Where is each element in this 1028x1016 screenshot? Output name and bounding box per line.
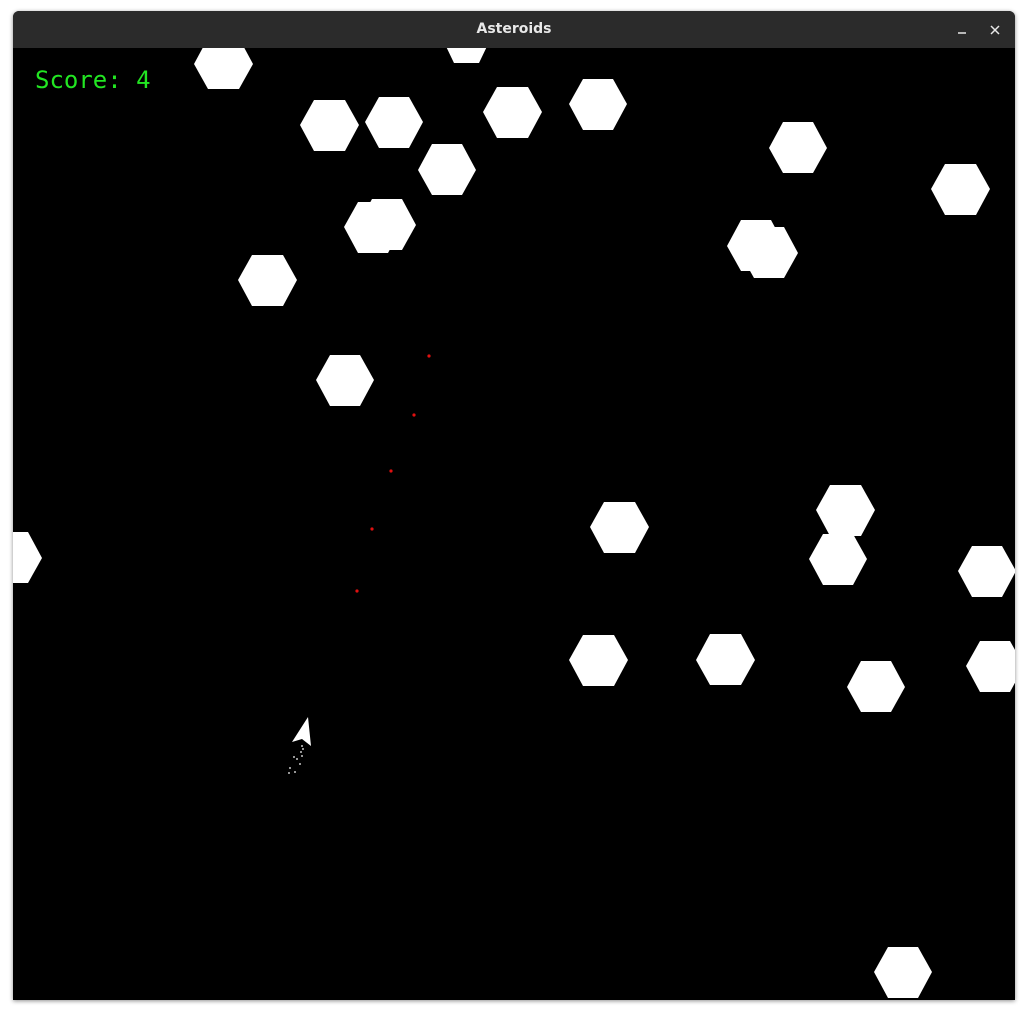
asteroid xyxy=(418,144,476,195)
title-bar[interactable]: Asteroids xyxy=(13,11,1015,48)
asteroid xyxy=(13,532,42,583)
asteroid xyxy=(238,255,297,306)
player-ship xyxy=(288,717,311,774)
ship-body xyxy=(292,717,311,746)
asteroid xyxy=(958,546,1015,597)
bullet xyxy=(389,469,393,473)
window-title: Asteroids xyxy=(476,21,552,37)
asteroid xyxy=(966,641,1015,692)
asteroid xyxy=(590,502,649,553)
asteroid xyxy=(300,100,359,151)
asteroid xyxy=(809,534,867,585)
close-icon xyxy=(990,25,1000,35)
playfield xyxy=(13,48,1015,998)
asteroid xyxy=(874,947,932,998)
minimize-icon xyxy=(958,32,966,34)
asteroid xyxy=(194,48,253,89)
asteroid xyxy=(569,635,628,686)
asteroid xyxy=(931,164,990,215)
game-window: Asteroids Score: 4 xyxy=(13,11,1015,1000)
asteroid xyxy=(483,87,542,138)
thruster-exhaust xyxy=(288,745,304,774)
minimize-button[interactable] xyxy=(951,19,973,41)
bullet xyxy=(370,527,374,531)
bullet xyxy=(412,413,416,417)
asteroid xyxy=(769,122,827,173)
bullet xyxy=(355,589,359,593)
asteroid xyxy=(847,661,905,712)
asteroid xyxy=(696,634,755,685)
score-display: Score: 4 xyxy=(35,66,151,94)
bullet xyxy=(427,354,431,358)
asteroid xyxy=(569,79,627,130)
game-canvas[interactable]: Score: 4 xyxy=(13,48,1015,1000)
close-button[interactable] xyxy=(984,19,1006,41)
asteroid xyxy=(316,355,374,406)
asteroid xyxy=(816,485,875,536)
asteroid xyxy=(446,48,487,63)
asteroid xyxy=(365,97,423,148)
asteroid-layer xyxy=(13,48,1015,998)
